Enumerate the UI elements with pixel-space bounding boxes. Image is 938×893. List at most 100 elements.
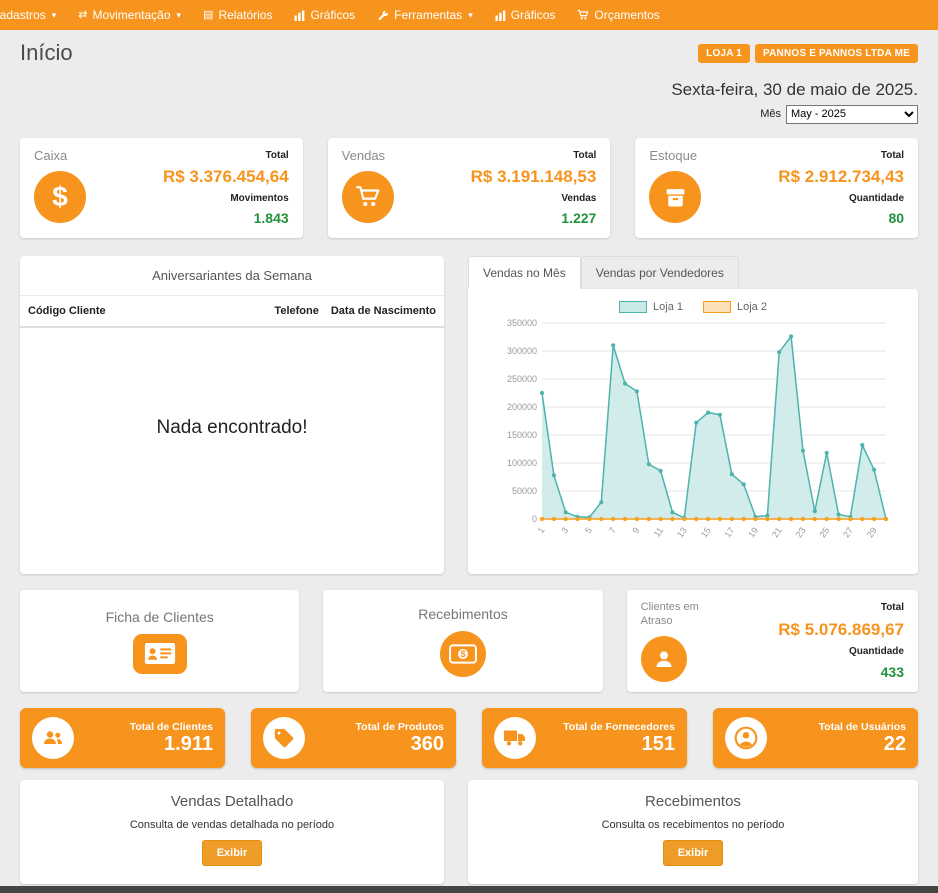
caret-down-icon: ▾	[468, 10, 473, 21]
person-icon	[641, 636, 687, 682]
tile-label: Total de Produtos	[305, 721, 444, 733]
svg-text:0: 0	[532, 514, 537, 524]
svg-text:25: 25	[817, 525, 831, 539]
nav-item-relatorios[interactable]: ▤ Relatórios	[192, 0, 283, 30]
nav-item-ferramentas[interactable]: Ferramentas ▾	[366, 0, 484, 30]
tile-value: 360	[305, 733, 444, 756]
empty-message: Nada encontrado!	[20, 328, 444, 574]
exibir-vendas-button[interactable]: Exibir	[202, 840, 263, 866]
svg-text:3: 3	[559, 525, 570, 535]
caret-down-icon: ▾	[177, 10, 182, 21]
page-footer	[0, 886, 938, 893]
nav-item-label: Cadastros	[0, 8, 46, 22]
report-title: Vendas Detalhado	[171, 793, 294, 810]
total-value: R$ 3.376.454,64	[163, 167, 289, 187]
card-title: Estoque	[649, 148, 701, 163]
id-card-icon	[133, 634, 187, 674]
legend-item-loja2[interactable]: Loja 2	[703, 301, 767, 313]
count-label: Movimentos	[163, 193, 289, 204]
truck-icon	[494, 717, 536, 759]
tab-vendas-por-vendedores[interactable]: Vendas por Vendedores	[581, 256, 739, 289]
nav-item-movimentacao[interactable]: ⇄ Movimentação ▾	[67, 0, 192, 30]
tile-label: Total de Fornecedores	[536, 721, 675, 733]
sales-panel: Vendas no Mês Vendas por Vendedores Loja…	[468, 256, 918, 574]
legend-item-loja1[interactable]: Loja 1	[619, 301, 683, 313]
column-header: Código Cliente	[28, 305, 274, 317]
nav-item-label: Gráficos	[511, 8, 556, 22]
svg-text:100000: 100000	[507, 458, 537, 468]
store-badge-loja1[interactable]: LOJA 1	[698, 44, 750, 63]
legend-swatch	[619, 301, 647, 313]
page-title: Início	[20, 40, 73, 66]
birthdays-card: Aniversariantes da Semana Código Cliente…	[20, 256, 444, 574]
svg-text:5: 5	[583, 525, 594, 535]
legend-swatch	[703, 301, 731, 313]
legend-label: Loja 2	[737, 301, 767, 313]
count-value: 1.843	[163, 210, 289, 226]
month-select[interactable]: May - 2025	[786, 105, 918, 124]
svg-text:200000: 200000	[507, 402, 537, 412]
count-value: 80	[778, 210, 904, 226]
nav-item-orcamentos[interactable]: Orçamentos	[566, 0, 670, 30]
column-header: Data de Nascimento	[331, 305, 436, 317]
users-icon	[32, 717, 74, 759]
total-label: Total	[778, 602, 904, 613]
total-value: R$ 5.076.869,67	[778, 620, 904, 640]
company-badge[interactable]: PANNOS E PANNOS LTDA ME	[755, 44, 918, 63]
birthdays-title: Aniversariantes da Semana	[20, 256, 444, 296]
exibir-recebimentos-button[interactable]: Exibir	[663, 840, 724, 866]
tile-total-produtos: Total de Produtos 360	[251, 708, 456, 768]
tile-total-clientes: Total de Clientes 1.911	[20, 708, 225, 768]
nav-item-graficos-1[interactable]: Gráficos	[283, 0, 366, 30]
page-content: Início LOJA 1 PANNOS E PANNOS LTDA ME Se…	[0, 38, 938, 884]
count-label: Quantidade	[778, 646, 904, 657]
legend-label: Loja 1	[653, 301, 683, 313]
tag-icon	[263, 717, 305, 759]
sales-area-chart: 0500001000001500002000002500003000003500…	[490, 315, 896, 559]
ficha-clientes-card: Ficha de Clientes	[20, 590, 299, 692]
svg-text:11: 11	[652, 525, 666, 538]
cart-icon	[342, 171, 394, 223]
nav-item-cadastros[interactable]: Cadastros ▾	[0, 0, 67, 30]
card-title: Clientes em Atraso	[641, 600, 725, 629]
card-title: Vendas	[342, 148, 394, 163]
report-description: Consulta de vendas detalhada no período	[130, 819, 334, 831]
recebimentos-card: Recebimentos $	[323, 590, 602, 692]
total-value: R$ 2.912.734,43	[778, 167, 904, 187]
stats-row: Caixa $ Total R$ 3.376.454,64 Movimentos…	[20, 138, 918, 238]
card-title: Ficha de Clientes	[106, 609, 214, 625]
svg-text:21: 21	[770, 525, 784, 539]
tile-total-usuarios: Total de Usuários 22	[713, 708, 918, 768]
svg-text:$: $	[460, 649, 465, 659]
tile-total-fornecedores: Total de Fornecedores 151	[482, 708, 687, 768]
recebimentos-report-card: Recebimentos Consulta os recebimentos no…	[468, 780, 918, 884]
top-nav: Cadastros ▾ ⇄ Movimentação ▾ ▤ Relatório…	[0, 0, 938, 30]
tile-label: Total de Clientes	[74, 721, 213, 733]
money-bill-icon: $	[440, 631, 486, 677]
nav-item-label: Gráficos	[310, 8, 355, 22]
svg-text:250000: 250000	[507, 374, 537, 384]
svg-text:17: 17	[723, 525, 737, 539]
sales-chart-card: Loja 1 Loja 2 05000010000015000020000025…	[468, 289, 918, 574]
totals-tiles-row: Total de Clientes 1.911 Total de Produto…	[20, 708, 918, 768]
nav-item-label: Relatórios	[218, 8, 272, 22]
nav-item-label: Movimentação	[92, 8, 170, 22]
nav-item-graficos-2[interactable]: Gráficos	[484, 0, 567, 30]
caixa-card: Caixa $ Total R$ 3.376.454,64 Movimentos…	[20, 138, 303, 238]
current-date: Sexta-feira, 30 de maio de 2025.	[20, 80, 918, 100]
dollar-icon: $	[34, 171, 86, 223]
count-label: Quantidade	[778, 193, 904, 204]
card-title: Caixa	[34, 148, 86, 163]
vendas-card: Vendas Total R$ 3.191.148,53 Vendas 1.22…	[328, 138, 611, 238]
svg-text:9: 9	[630, 525, 641, 535]
svg-text:19: 19	[746, 525, 760, 539]
chart-legend: Loja 1 Loja 2	[619, 301, 767, 313]
svg-text:300000: 300000	[507, 346, 537, 356]
svg-text:13: 13	[675, 525, 689, 539]
bar-chart-icon	[495, 10, 506, 21]
tile-label: Total de Usuários	[767, 721, 906, 733]
tab-vendas-no-mes[interactable]: Vendas no Mês	[468, 256, 581, 289]
month-filter: Mês May - 2025	[20, 104, 918, 124]
total-label: Total	[778, 150, 904, 161]
svg-text:15: 15	[699, 525, 713, 539]
